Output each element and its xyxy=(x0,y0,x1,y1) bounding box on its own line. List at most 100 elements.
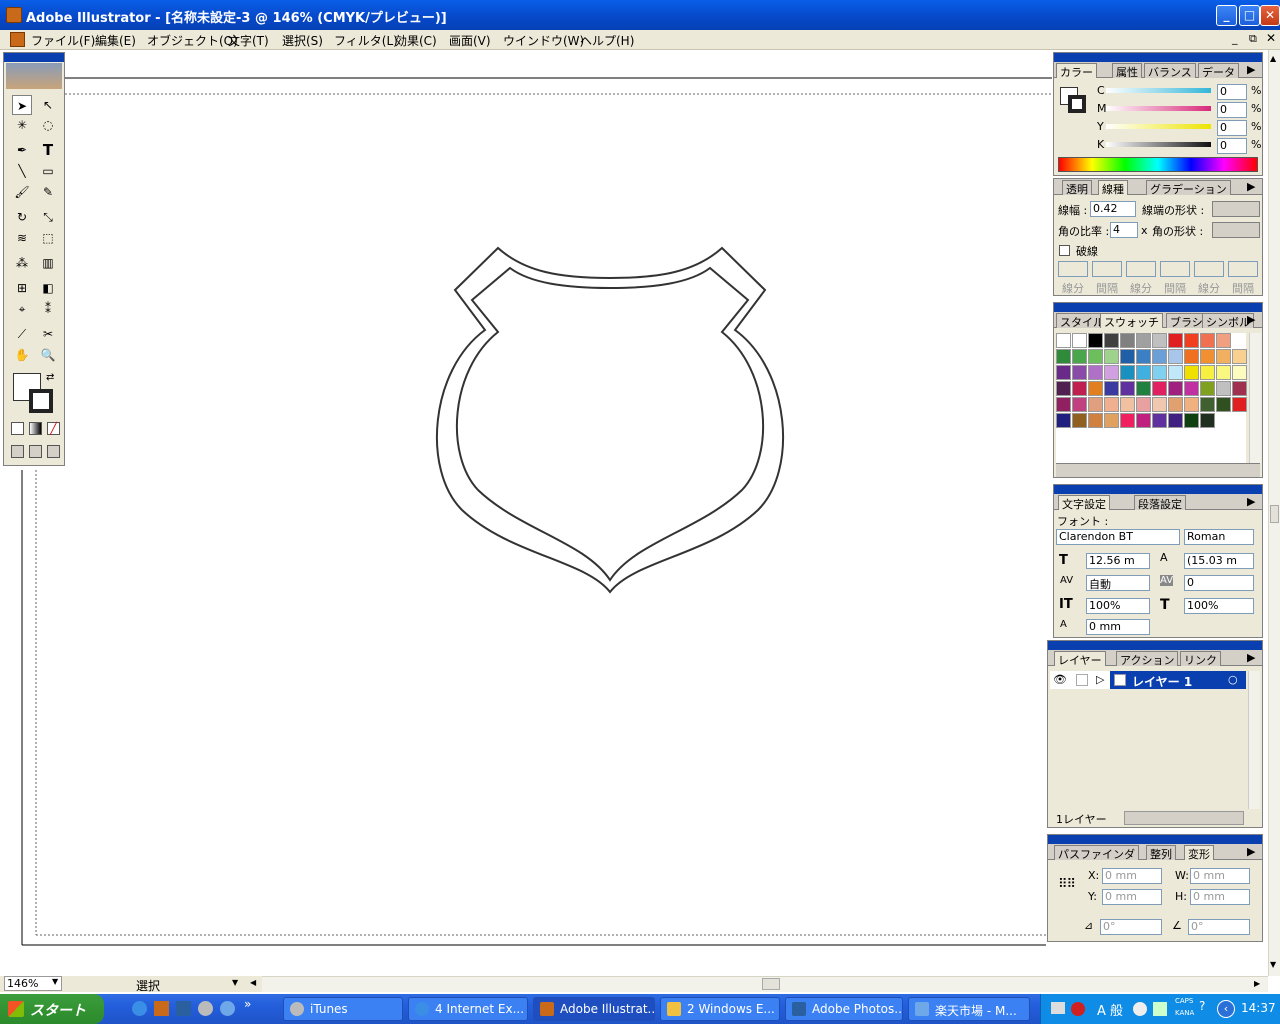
tab-transform[interactable]: 変形 xyxy=(1184,845,1214,861)
horizontal-scrollbar[interactable]: ▶ xyxy=(262,976,1268,992)
color-swatch[interactable] xyxy=(1120,413,1135,428)
color-swatch[interactable] xyxy=(1216,397,1231,412)
taskbar-button-illustrator[interactable]: Adobe Illustrat... xyxy=(533,997,655,1021)
stroke-weight-field[interactable]: 0.42 xyxy=(1090,201,1136,217)
color-swatch[interactable] xyxy=(1136,381,1151,396)
color-swatch[interactable] xyxy=(1072,397,1087,412)
x-field[interactable]: 0 mm xyxy=(1102,868,1162,884)
color-swatch[interactable] xyxy=(1120,365,1135,380)
selection-tool-icon[interactable]: ➤ xyxy=(12,95,32,115)
transform-menu-icon[interactable]: ▶ xyxy=(1247,845,1255,858)
color-swatch[interactable] xyxy=(1152,365,1167,380)
stroke-panel-menu-icon[interactable]: ▶ xyxy=(1247,180,1255,193)
rectangle-tool-icon[interactable]: ▭ xyxy=(38,161,58,181)
swatch-scrollbar[interactable] xyxy=(1249,333,1261,463)
swatches-menu-icon[interactable]: ▶ xyxy=(1247,313,1255,326)
menu-effect[interactable]: 効果(C) xyxy=(395,32,437,49)
menu-select[interactable]: 選択(S) xyxy=(282,32,323,49)
magenta-value-field[interactable]: 0 xyxy=(1217,102,1247,118)
stroke-color-swatch[interactable] xyxy=(29,389,53,413)
hscroll-thumb[interactable] xyxy=(762,978,780,990)
color-swatch[interactable] xyxy=(1088,413,1103,428)
dash-field[interactable] xyxy=(1058,261,1088,277)
tray-app-icon[interactable] xyxy=(1071,1002,1085,1016)
type-tool-icon[interactable]: T xyxy=(38,140,58,160)
color-swatch[interactable] xyxy=(1088,333,1103,348)
color-swatch[interactable] xyxy=(1072,381,1087,396)
venus-logo-icon[interactable] xyxy=(6,63,62,89)
color-swatch[interactable] xyxy=(1120,381,1135,396)
color-swatch[interactable] xyxy=(1136,413,1151,428)
start-button[interactable]: スタート xyxy=(0,994,104,1024)
color-swatch[interactable] xyxy=(1136,349,1151,364)
layer-name-cell[interactable]: レイヤー 1 ○ xyxy=(1110,671,1246,689)
help-icon[interactable]: ? xyxy=(1199,999,1205,1013)
color-swatch[interactable] xyxy=(1200,397,1215,412)
target-circle-icon[interactable]: ○ xyxy=(1228,673,1238,686)
lock-toggle[interactable] xyxy=(1076,674,1088,686)
expand-triangle-icon[interactable]: ▷ xyxy=(1096,673,1104,686)
tab-swatches[interactable]: スウォッチ xyxy=(1100,313,1163,329)
color-swatch[interactable] xyxy=(1168,333,1183,348)
color-swatch[interactable] xyxy=(1232,381,1247,396)
color-swatch[interactable] xyxy=(1184,381,1199,396)
dash-field[interactable] xyxy=(1126,261,1156,277)
document-menu-icon[interactable] xyxy=(10,32,25,47)
y-field[interactable]: 0 mm xyxy=(1102,889,1162,905)
color-swatch[interactable] xyxy=(1136,333,1151,348)
color-swatch[interactable] xyxy=(1072,333,1087,348)
scissors-tool-icon[interactable]: ✂ xyxy=(38,324,58,344)
scroll-right-icon[interactable]: ▶ xyxy=(1254,979,1260,988)
scroll-up-icon[interactable]: ▲ xyxy=(1270,54,1276,63)
color-swatch[interactable] xyxy=(1088,381,1103,396)
mesh-tool-icon[interactable]: ⊞ xyxy=(12,278,32,298)
gap-field[interactable] xyxy=(1092,261,1122,277)
ime-pad-icon[interactable] xyxy=(1133,1002,1147,1016)
horizontal-scale-field[interactable]: 100% xyxy=(1184,598,1254,614)
color-swatch[interactable] xyxy=(1184,413,1199,428)
yellow-slider[interactable] xyxy=(1106,124,1211,129)
menu-help[interactable]: ヘルプ(H) xyxy=(580,32,634,49)
font-size-field[interactable]: 12.56 m xyxy=(1086,553,1150,569)
color-swatch[interactable] xyxy=(1168,349,1183,364)
graph-tool-icon[interactable]: ▥ xyxy=(38,253,58,273)
color-swatch[interactable] xyxy=(1056,365,1071,380)
color-swatch[interactable] xyxy=(1200,381,1215,396)
menu-object[interactable]: オブジェクト(O) xyxy=(147,32,238,49)
eye-icon[interactable]: 👁 xyxy=(1053,673,1067,686)
photoshop-quicklaunch-icon[interactable] xyxy=(176,1001,191,1016)
layers-menu-icon[interactable]: ▶ xyxy=(1247,651,1255,664)
hand-tool-icon[interactable]: ✋ xyxy=(12,345,32,365)
color-spectrum-bar[interactable] xyxy=(1058,157,1258,172)
color-swatch[interactable] xyxy=(1104,413,1119,428)
character-menu-icon[interactable]: ▶ xyxy=(1247,495,1255,508)
gradient-mode-icon[interactable] xyxy=(29,422,42,435)
standard-screen-mode-icon[interactable] xyxy=(11,445,24,458)
taskbar-button-rakuten[interactable]: 楽天市場 - M... xyxy=(908,997,1030,1021)
rotate-tool-icon[interactable]: ↻ xyxy=(12,207,32,227)
color-swatch[interactable] xyxy=(1088,349,1103,364)
none-mode-icon[interactable]: ╱ xyxy=(47,422,60,435)
menu-edit[interactable]: 編集(E) xyxy=(95,32,136,49)
color-swatch[interactable] xyxy=(1152,381,1167,396)
layers-scrollbar[interactable] xyxy=(1248,671,1260,809)
tab-stroke[interactable]: 線種 xyxy=(1098,180,1128,196)
color-swatch[interactable] xyxy=(1152,413,1167,428)
color-swatch[interactable] xyxy=(1184,349,1199,364)
symbol-sprayer-tool-icon[interactable]: ⁂ xyxy=(12,253,32,273)
color-swatch[interactable] xyxy=(1056,413,1071,428)
color-swatch[interactable] xyxy=(1216,381,1231,396)
color-swatch[interactable] xyxy=(1056,349,1071,364)
color-swatch[interactable] xyxy=(1104,333,1119,348)
font-family-select[interactable]: Clarendon BT xyxy=(1056,529,1180,545)
baseline-shift-field[interactable]: 0 mm xyxy=(1086,619,1150,635)
black-value-field[interactable]: 0 xyxy=(1217,138,1247,154)
menu-file[interactable]: ファイル(F) xyxy=(31,32,95,49)
show-hidden-icons-icon[interactable]: ‹ xyxy=(1217,1000,1235,1018)
taskbar-button-ie[interactable]: 4 Internet Ex... xyxy=(408,997,528,1021)
color-swatch[interactable] xyxy=(1152,333,1167,348)
doc-restore-icon[interactable]: ⧉ xyxy=(1249,32,1257,46)
ie-quicklaunch-icon[interactable] xyxy=(132,1001,147,1016)
gradient-tool-icon[interactable]: ◧ xyxy=(38,278,58,298)
h-field[interactable]: 0 mm xyxy=(1190,889,1250,905)
